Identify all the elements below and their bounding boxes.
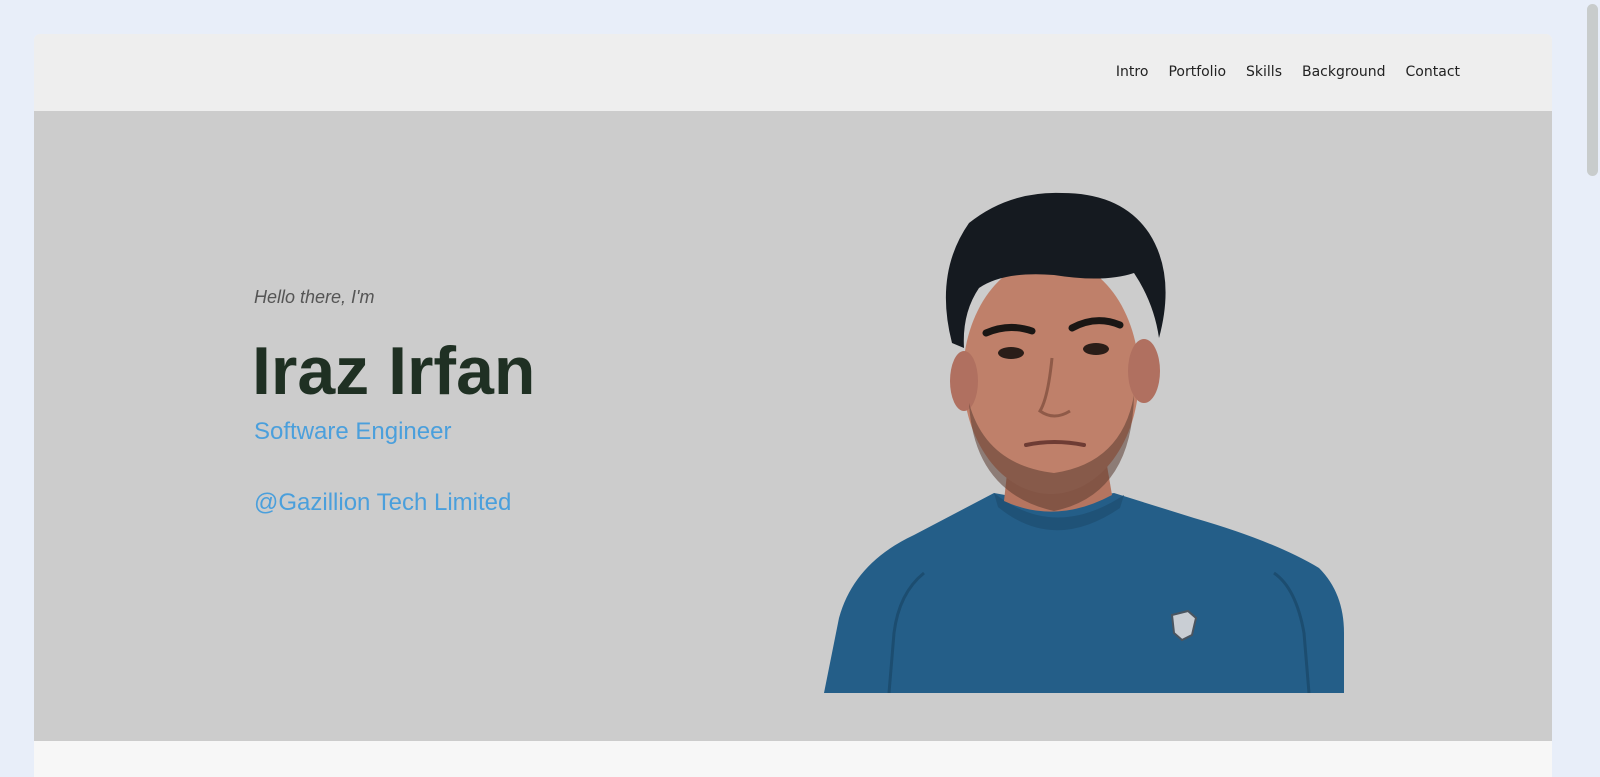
vertical-scrollbar[interactable] [1585,0,1600,777]
top-navbar: Intro Portfolio Skills Background Contac… [34,34,1552,111]
portrait-photo [824,192,1344,693]
scrollbar-thumb[interactable] [1587,4,1598,176]
nav-link-portfolio[interactable]: Portfolio [1168,64,1226,80]
greeting-text: Hello there, I'm [254,287,375,307]
nav-links: Intro Portfolio Skills Background Contac… [1096,64,1460,80]
hero-section: Hello there, I'm Iraz Irfan Software Eng… [34,111,1552,741]
nav-link-contact[interactable]: Contact [1406,64,1460,80]
person-name: Iraz Irfan [252,333,536,409]
nav-link-intro[interactable]: Intro [1116,64,1149,80]
company-name: @Gazillion Tech Limited [254,489,512,516]
page-container: Intro Portfolio Skills Background Contac… [34,34,1552,777]
nav-link-background[interactable]: Background [1302,64,1386,80]
nav-link-skills[interactable]: Skills [1246,64,1282,80]
job-title: Software Engineer [254,418,452,445]
